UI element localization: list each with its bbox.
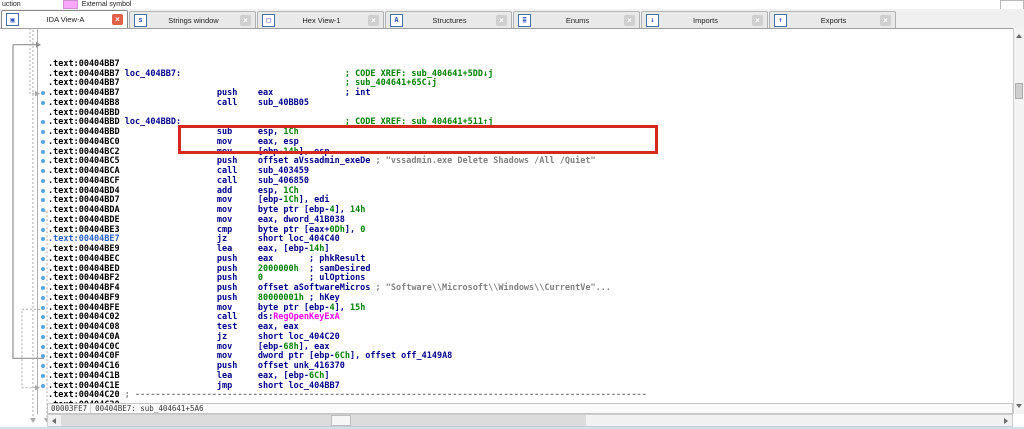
disasm-line[interactable]: .text:00404C0F mov dword ptr [ebp-6Ch], …	[0, 352, 1013, 362]
disasm-line[interactable]: .text:00404BF4 push offset aSoftwareMicr…	[0, 283, 1013, 293]
tab-close-icon[interactable]: ×	[880, 15, 891, 26]
disasm-line[interactable]: .text:00404C20 ; -----------------------…	[0, 391, 1013, 401]
disasm-line[interactable]: .text:00404C0A jz short loc_404C20	[0, 332, 1013, 342]
tab-exports[interactable]: ↑Exports×	[769, 11, 896, 28]
scroll-right-icon[interactable]	[1000, 415, 1012, 426]
status-current-address: 00404BE7: sub_404641+5A6	[91, 404, 207, 413]
hex-view-1-icon: □	[262, 14, 275, 27]
disasm-line[interactable]: .text:00404BD7 mov [ebp-1Ch], edi	[0, 196, 1013, 206]
tab-close-icon[interactable]: ×	[368, 15, 379, 26]
status-bar: 00003FE7 00404BE7: sub_404641+5A6	[47, 403, 1013, 414]
horizontal-scrollbar[interactable]	[47, 414, 1013, 427]
disasm-line[interactable]: .text:00404BDA mov byte ptr [ebp-4], 14h	[0, 205, 1013, 215]
tab-label: Strings window	[147, 16, 240, 25]
external-symbol-swatch	[63, 0, 78, 9]
disasm-line[interactable]: .text:00404BF9 push 80000001h ; hKey	[0, 293, 1013, 303]
tab-label: Hex View-1	[275, 16, 368, 25]
tab-close-icon[interactable]: ×	[624, 15, 635, 26]
tab-structures[interactable]: AStructures×	[385, 11, 512, 28]
legend-partial-text: uction	[2, 1, 21, 8]
highlight-annotation-box	[178, 125, 658, 154]
tab-label: Structures	[403, 16, 496, 25]
tab-label: Enums	[531, 16, 624, 25]
disasm-line[interactable]: .text:00404BED push 2000000h ; samDesire…	[0, 264, 1013, 274]
horizontal-scrollbar-band	[61, 415, 586, 426]
tab-close-icon[interactable]: ×	[752, 15, 763, 26]
disasm-line[interactable]: .text:00404BD4 add esp, 1Ch	[0, 186, 1013, 196]
exports-icon: ↑	[774, 14, 787, 27]
tab-strings-window[interactable]: sStrings window×	[129, 11, 256, 28]
scroll-down-icon[interactable]	[1014, 400, 1024, 412]
strings-window-icon: s	[134, 14, 147, 27]
status-file-offset: 00003FE7	[48, 404, 91, 413]
disasm-line[interactable]: .text:00404BDE mov eax, dword_41B038	[0, 215, 1013, 225]
disassembly-view[interactable]: .text:00404BB7.text:00404BB7 loc_404BB7:…	[0, 28, 1013, 404]
tab-enums[interactable]: ≣Enums×	[513, 11, 640, 28]
tab-close-icon[interactable]: ×	[240, 15, 251, 26]
tab-bar: ▣IDA View-A×sStrings window×□Hex View-1×…	[0, 9, 1024, 29]
disasm-line[interactable]: .text:00404C08 test eax, eax	[0, 322, 1013, 332]
tab-imports[interactable]: ↓Imports×	[641, 11, 768, 28]
scroll-up-icon[interactable]	[1014, 30, 1024, 42]
tab-close-icon[interactable]: ×	[496, 15, 507, 26]
disasm-line[interactable]: .text:00404BC5 push offset aVssadmin_exe…	[0, 157, 1013, 167]
tab-ida-view-a[interactable]: ▣IDA View-A×	[1, 10, 128, 28]
disasm-line[interactable]: .text:00404BCF call sub_406850	[0, 176, 1013, 186]
tab-close-icon[interactable]: ×	[112, 14, 123, 25]
disasm-line[interactable]: .text:00404C16 push offset unk_416370	[0, 361, 1013, 371]
disasm-line[interactable]: .text:00404BE7 jz short loc_404C40	[0, 235, 1013, 245]
disasm-line[interactable]: .text:00404BB8 call sub_40BB05	[0, 98, 1013, 108]
vertical-scrollbar-thumb[interactable]	[1015, 83, 1023, 99]
disasm-line[interactable]: .text:00404C02 call ds:RegOpenKeyExA	[0, 313, 1013, 323]
imports-icon: ↓	[646, 14, 659, 27]
disasm-line[interactable]: .text:00404BE3 cmp byte ptr [eax+0Dh], 0	[0, 225, 1013, 235]
disasm-line[interactable]: .text:00404BCA call sub_403459	[0, 166, 1013, 176]
legend-external-symbol-label: External symbol	[82, 1, 132, 8]
disasm-line[interactable]: .text:00404BBD	[0, 108, 1013, 118]
tab-hex-view-1[interactable]: □Hex View-1×	[257, 11, 384, 28]
disasm-line[interactable]: .text:00404BEC push eax ; phkResult	[0, 254, 1013, 264]
disasm-line[interactable]: .text:00404C0C mov [ebp-68h], eax	[0, 342, 1013, 352]
disasm-line[interactable]: .text:00404BE9 lea eax, [ebp-14h]	[0, 244, 1013, 254]
tab-label: IDA View-A	[19, 15, 112, 24]
scroll-left-icon[interactable]	[48, 415, 60, 426]
structures-icon: A	[390, 14, 403, 27]
disassembly-code: .text:00404BB7.text:00404BB7 loc_404BB7:…	[0, 59, 1013, 404]
disasm-line[interactable]: .text:00404BB7 loc_404BB7: ; CODE XREF: …	[0, 69, 1013, 79]
tab-label: Exports	[787, 16, 880, 25]
ida-view-a-icon: ▣	[6, 13, 19, 26]
disasm-line[interactable]: .text:00404BF2 push 0 ; ulOptions	[0, 274, 1013, 284]
disasm-line[interactable]: .text:00404BFE mov byte ptr [ebp-4], 15h	[0, 303, 1013, 313]
horizontal-scrollbar-thumb[interactable]	[331, 415, 351, 426]
disasm-line[interactable]: .text:00404C1B lea eax, [ebp-6Ch]	[0, 371, 1013, 381]
vertical-scrollbar[interactable]	[1013, 28, 1024, 414]
disasm-line[interactable]: .text:00404C1E jmp short loc_404BB7	[0, 381, 1013, 391]
jump-arrows-gutter	[0, 28, 50, 427]
tab-label: Imports	[659, 16, 752, 25]
disasm-line[interactable]: .text:00404BB7	[0, 59, 1013, 69]
color-legend-bar: uction External symbol	[0, 0, 1024, 9]
disasm-line[interactable]: .text:00404BB7 ; sub_404641+65C↓j	[0, 79, 1013, 89]
enums-icon: ≣	[518, 14, 531, 27]
disasm-line[interactable]: .text:00404BB7 push eax ; int	[0, 88, 1013, 98]
